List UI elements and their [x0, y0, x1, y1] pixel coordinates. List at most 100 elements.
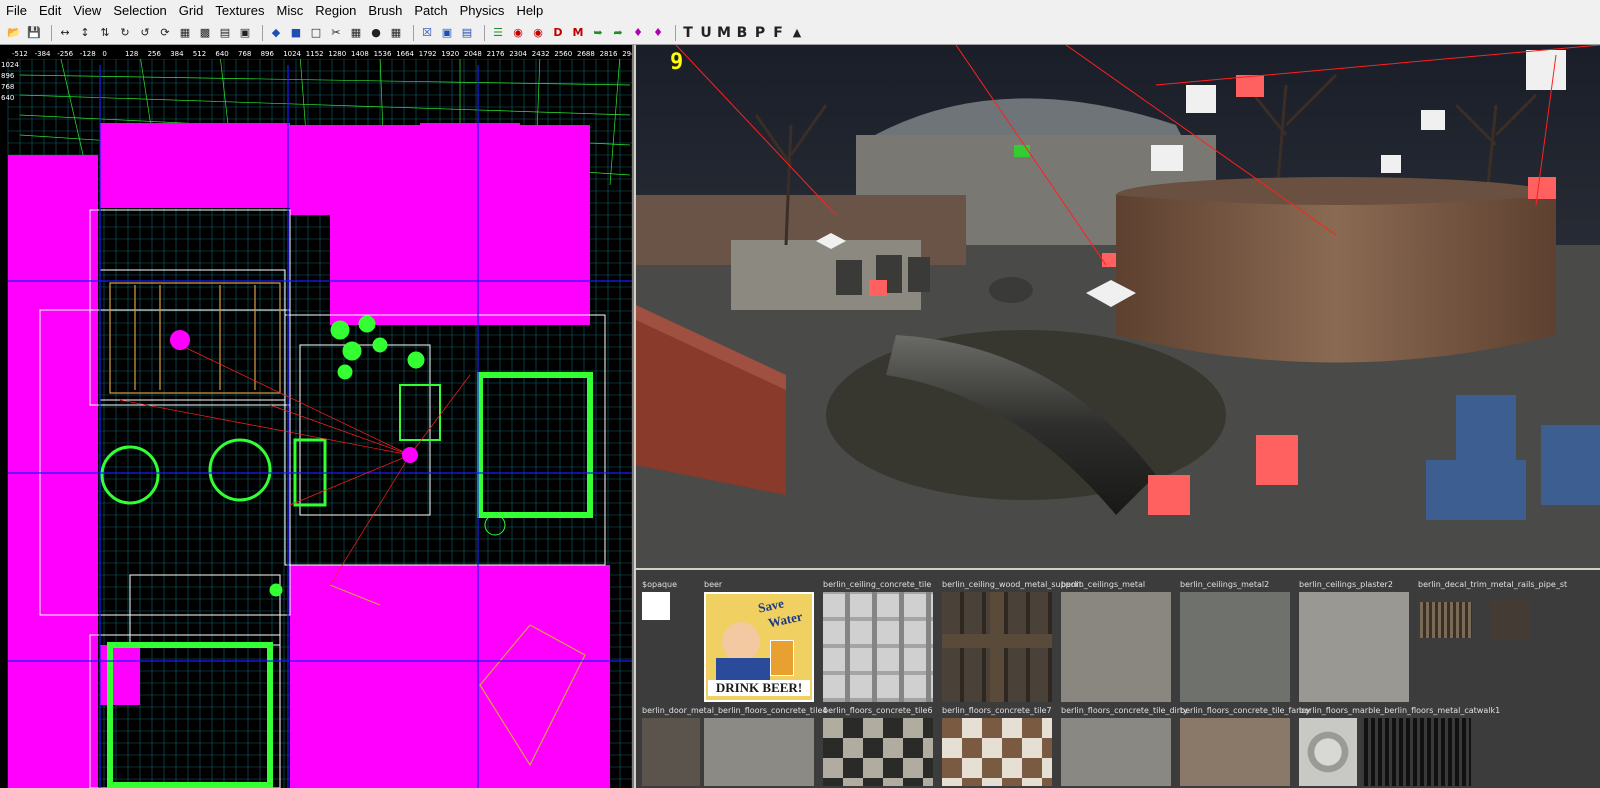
toggle-f-button[interactable]: F [771, 25, 785, 41]
vertex-icon[interactable]: ◉ [510, 25, 526, 41]
ruler-tick-label: -256 [57, 50, 73, 58]
render-icon[interactable]: ♦ [650, 25, 666, 41]
menu-help[interactable]: Help [510, 0, 549, 21]
rotate-z-icon[interactable]: ⟳ [157, 25, 173, 41]
texture-tile[interactable]: berlin_floors_concrete_tile_dirty [1061, 706, 1188, 786]
select-complete-tall-icon[interactable]: ▦ [177, 25, 193, 41]
csg-subtract-icon[interactable]: ◆ [268, 25, 284, 41]
save-icon[interactable]: 💾 [26, 25, 42, 41]
texture-tile[interactable]: berlin_floors_concrete_tile6 [823, 706, 938, 786]
ruler-tick-label: 256 [148, 50, 162, 58]
flip-y-icon[interactable]: ↕ [77, 25, 93, 41]
select-partial-tall-icon[interactable]: ▤ [217, 25, 233, 41]
texture-name: berlin_ceilings_metal2 [1180, 580, 1270, 589]
ruler-tick-label: -512 [12, 50, 28, 58]
texture-tile[interactable]: berlin_floors_marble_berlin_floors_metal… [1299, 706, 1500, 786]
toolbar-separator [484, 24, 485, 41]
rotate-y-icon[interactable]: ↺ [137, 25, 153, 41]
texture-tile[interactable]: berlin_door_metal_berlin_floors_concrete… [642, 706, 827, 786]
xy-view-2d[interactable]: -512 -384 -256 -128 0 128 256 384 512 640 768 896 10… [0, 45, 634, 788]
ruler-tick-label: 640 [215, 50, 228, 58]
menu-file[interactable]: File [0, 0, 33, 21]
ruler-tick-label: 2432 [532, 50, 550, 58]
menu-edit[interactable]: Edit [33, 0, 67, 21]
poster-mug [770, 640, 794, 676]
flip-x-icon[interactable]: ↔ [57, 25, 73, 41]
texture-tile[interactable]: $opaque [642, 580, 702, 660]
toggle-m-button[interactable]: M [717, 25, 731, 41]
poster-figure [722, 622, 760, 662]
texture-thumb-wood-metal [942, 592, 1052, 702]
menu-selection[interactable]: Selection [107, 0, 172, 21]
clipper-icon[interactable]: ✂ [328, 25, 344, 41]
menu-grid[interactable]: Grid [173, 0, 210, 21]
toggle-t-button[interactable]: T [681, 25, 695, 41]
view-z-icon[interactable]: ▤ [459, 25, 475, 41]
menu-region[interactable]: Region [309, 0, 362, 21]
brush-icon[interactable]: ➦ [610, 25, 626, 41]
menu-patch[interactable]: Patch [408, 0, 453, 21]
texture-tile[interactable]: beer Save Water DRINK BEER! [704, 580, 819, 702]
ruler-left: 1024 896 768 640 [1, 61, 19, 102]
poster-caption: DRINK BEER! [708, 680, 810, 696]
ruler-tick-label: 2688 [577, 50, 595, 58]
up-arrow-icon[interactable]: ▲ [789, 25, 805, 41]
change-views-icon[interactable]: ▦ [348, 25, 364, 41]
texture-name: berlin_decal_trim_metal_rails_pipe_st [1418, 580, 1568, 589]
show-lights-icon[interactable]: M [570, 25, 586, 41]
ruler-tick-label: 2816 [600, 50, 618, 58]
texture-thumb-plaster [1299, 592, 1409, 702]
texture-thumb-decal-trim [1420, 602, 1472, 638]
open-icon[interactable]: 📂 [6, 25, 22, 41]
entity-icon[interactable]: ☰ [490, 25, 506, 41]
texture-tile[interactable]: berlin_ceilings_metal2 [1180, 580, 1295, 702]
csg-hollow-icon[interactable]: □ [308, 25, 324, 41]
texture-name: berlin_floors_concrete_tile_fancy [1180, 706, 1311, 715]
view-x-icon[interactable]: ☒ [419, 25, 435, 41]
texture-thumb-opaque [642, 592, 670, 620]
menu-view[interactable]: View [67, 0, 107, 21]
texture-tile[interactable]: berlin_decal_trim_metal_rails_pipe_st [1418, 580, 1598, 698]
select-touching-icon[interactable]: ▩ [197, 25, 213, 41]
ruler-tick-label: 2944 [622, 50, 634, 58]
texture-thumb-concrete-tile7 [942, 718, 1052, 786]
texture-tile[interactable]: berlin_ceilings_plaster2 [1299, 580, 1414, 702]
texture-thumb-metal2 [1180, 592, 1290, 702]
camera-view-3d[interactable]: 9 [636, 45, 1600, 568]
texture-tile[interactable]: berlin_ceilings_metal [1061, 580, 1176, 702]
texture-browser[interactable]: $opaque beer Save Water DRINK BEER! berl… [636, 570, 1600, 788]
toggle-b-button[interactable]: B [735, 25, 749, 41]
select-inside-icon[interactable]: ▣ [237, 25, 253, 41]
menu-brush[interactable]: Brush [362, 0, 408, 21]
menu-misc[interactable]: Misc [271, 0, 310, 21]
rotate-x-icon[interactable]: ↻ [117, 25, 133, 41]
menu-textures[interactable]: Textures [209, 0, 270, 21]
texture-tile[interactable]: berlin_floors_concrete_tile7 [942, 706, 1057, 786]
ruler-tick-label: -128 [80, 50, 96, 58]
draw-icon[interactable]: ♦ [630, 25, 646, 41]
texture-name: berlin_floors_marble_berlin_floors_metal… [1299, 706, 1501, 715]
menu-physics[interactable]: Physics [454, 0, 511, 21]
texture-tile[interactable]: berlin_ceiling_wood_metal_support [942, 580, 1082, 702]
cubic-clip-icon[interactable]: ▦ [388, 25, 404, 41]
camera-canvas[interactable]: 9 [636, 45, 1600, 568]
show-models-icon[interactable]: ➥ [590, 25, 606, 41]
ruler-tick-label: 1024 [1, 61, 19, 69]
toggle-u-button[interactable]: U [699, 25, 713, 41]
csg-merge-icon[interactable]: ■ [288, 25, 304, 41]
ruler-tick-label: 128 [125, 50, 138, 58]
texture-tile[interactable]: berlin_floors_concrete_tile_fancy [1180, 706, 1310, 786]
ruler-tick-label: 768 [1, 83, 14, 91]
texture-tile[interactable]: berlin_ceiling_concrete_tile [823, 580, 938, 702]
flip-z-icon[interactable]: ⇅ [97, 25, 113, 41]
texture-name: berlin_floors_concrete_tile7 [942, 706, 1052, 715]
view-y-icon[interactable]: ▣ [439, 25, 455, 41]
patch-icon[interactable]: ◉ [530, 25, 546, 41]
ruler-tick-label: 1280 [328, 50, 346, 58]
toggle-p-button[interactable]: P [753, 25, 767, 41]
grid-canvas[interactable]: -512 -384 -256 -128 0 128 256 384 512 640 768 896 10… [0, 45, 634, 788]
texture-lock-icon[interactable]: D [550, 25, 566, 41]
texture-thumb-metal-catwalk [1361, 718, 1471, 786]
camera-icon[interactable]: ● [368, 25, 384, 41]
ruler-tick-label: 896 [261, 50, 275, 58]
